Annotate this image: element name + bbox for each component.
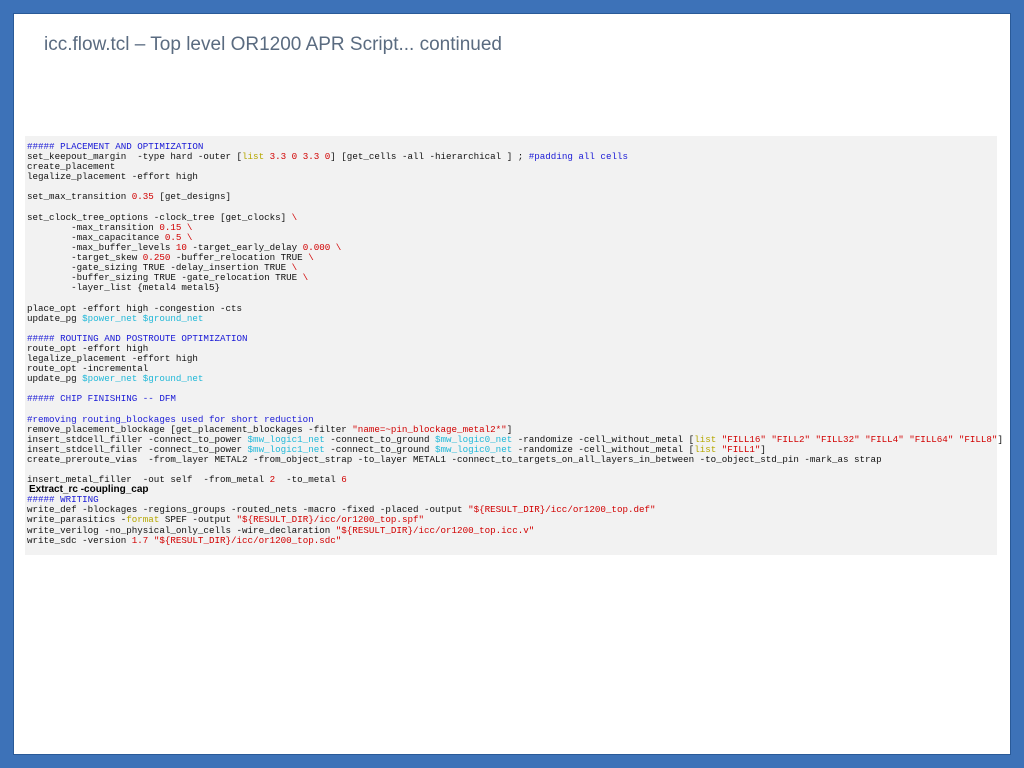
code-token: 6 — [341, 474, 347, 486]
code-token: ] — [997, 433, 1003, 445]
code-token: #padding all cells — [528, 151, 628, 163]
code-line: legalize_placement -effort high — [27, 353, 997, 364]
code-token: $power_net — [82, 312, 138, 324]
code-token: "${RESULT_DIR}/icc/or1200_top.icc.v" — [335, 524, 535, 536]
code-line: legalize_placement -effort high — [27, 172, 997, 182]
code-token: "${RESULT_DIR}/icc/or1200_top.def" — [468, 504, 656, 516]
slide-title: icc.flow.tcl – Top level OR1200 APR Scri… — [44, 34, 502, 55]
code-token: -to_metal — [275, 474, 342, 486]
slide: icc.flow.tcl – Top level OR1200 APR Scri… — [13, 13, 1011, 755]
code-token: set_max_transition — [27, 191, 132, 203]
code-token: ] [get_cells -all -hierarchical ] ; — [330, 151, 529, 163]
code-line: set_keepout_margin -type hard -outer [li… — [27, 152, 997, 162]
code-token: $ground_net — [142, 312, 204, 324]
code-token: 3.3 0 3.3 0 — [269, 151, 331, 163]
code-token: create_preroute_vias -from_layer METAL2 … — [27, 453, 882, 465]
code-line: Extract_rc -coupling_cap — [27, 485, 997, 495]
code-line: create_preroute_vias -from_layer METAL2 … — [27, 453, 997, 465]
code-line: set_max_transition 0.35 [get_designs] — [27, 192, 997, 202]
code-line: -layer_list {metal4 metal5} — [27, 283, 997, 293]
code-line: write_sdc -version 1.7 "${RESULT_DIR}/ic… — [27, 534, 997, 546]
code-token: 0.35 — [131, 191, 154, 203]
code-line: insert_metal_filler -out self -from_meta… — [27, 475, 997, 485]
slide-frame: icc.flow.tcl – Top level OR1200 APR Scri… — [0, 0, 1024, 768]
code-token: ##### CHIP FINISHING -- DFM — [27, 393, 176, 405]
code-token: update_pg — [27, 373, 83, 385]
code-token: list — [242, 151, 265, 163]
code-token: \ — [335, 241, 342, 253]
code-block: ##### PLACEMENT AND OPTIMIZATION set_keep… — [25, 136, 1003, 546]
code-token: \ — [308, 252, 314, 264]
code-panel: ##### PLACEMENT AND OPTIMIZATION set_keep… — [25, 136, 1003, 555]
code-token: \ — [291, 211, 298, 223]
code-token: $power_net — [82, 373, 138, 385]
code-line: ##### CHIP FINISHING -- DFM — [27, 394, 997, 404]
code-token: legalize_placement -effort high — [27, 171, 198, 183]
code-token: update_pg — [27, 312, 83, 324]
code-token: "${RESULT_DIR}/icc/or1200_top.sdc" — [153, 534, 342, 546]
code-line: update_pg $power_net $ground_net — [27, 374, 997, 384]
code-line: update_pg $power_net $ground_net — [27, 312, 997, 324]
code-token: write_sdc -version — [27, 534, 132, 546]
code-token: [get_designs] — [153, 191, 232, 203]
code-token: -layer_list {metal4 metal5} — [27, 282, 220, 294]
code-line: ##### ROUTING AND POSTROUTE OPTIMIZATION — [27, 333, 997, 344]
code-token: \ — [302, 272, 309, 284]
code-token: $ground_net — [142, 373, 204, 385]
code-token: 1.7 — [131, 534, 149, 546]
